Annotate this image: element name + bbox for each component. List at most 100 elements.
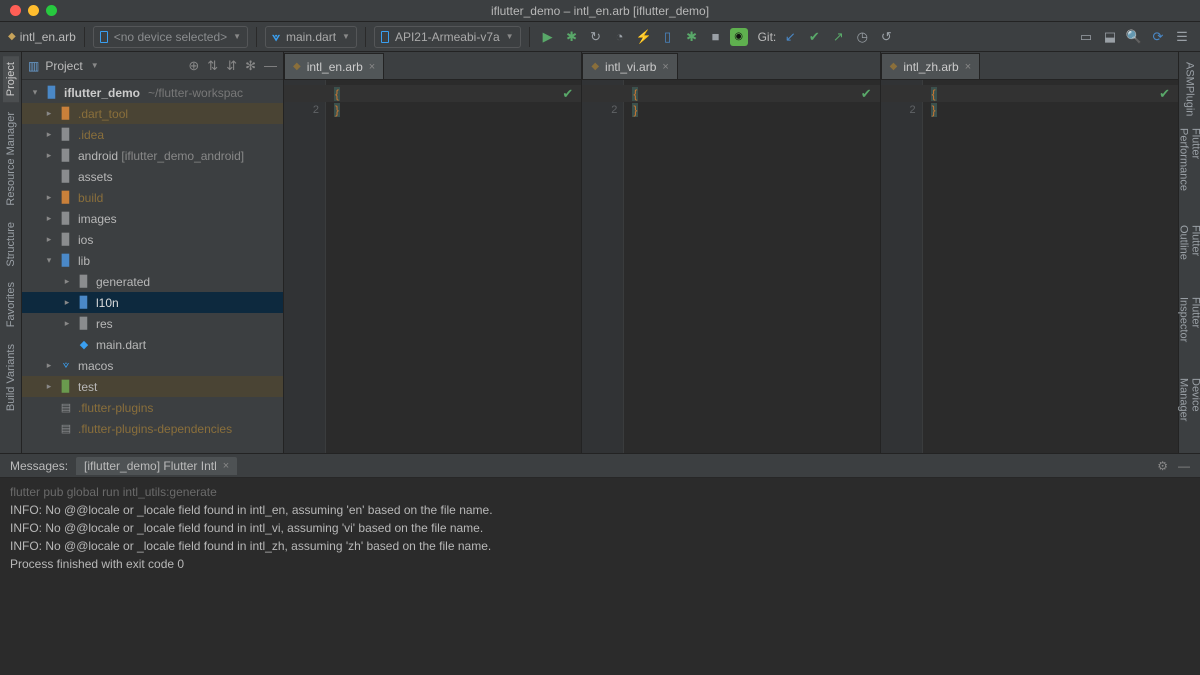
messages-output[interactable]: flutter pub global run intl_utils:genera… [0, 478, 1200, 675]
editor-body-1[interactable]: 12 { } ✔ [284, 80, 581, 453]
inspection-ok-icon[interactable]: ✔ [562, 86, 573, 102]
window-titlebar: iflutter_demo – intl_en.arb [iflutter_de… [0, 0, 1200, 22]
minimize-window-button[interactable] [28, 5, 39, 16]
search-everywhere-icon[interactable]: 🔍 [1124, 27, 1144, 47]
close-tab-icon[interactable]: × [965, 61, 971, 73]
sidebar-tab-flutter-inspector[interactable]: Flutter Inspector [1176, 291, 1200, 372]
attach-button[interactable]: ▯ [658, 27, 678, 47]
sidebar-tab-asmplugin[interactable]: ASMPlugin [1182, 56, 1198, 122]
editor-body-3[interactable]: 12 { } ✔ [881, 80, 1178, 453]
editor-body-2[interactable]: 12 { } ✔ [582, 80, 879, 453]
sidebar-tab-build-variants[interactable]: Build Variants [3, 338, 19, 417]
run-button[interactable]: ▶ [538, 27, 558, 47]
hot-reload-button[interactable]: ⚡ [634, 27, 654, 47]
tree-folder-macos[interactable]: ▸⟇macos [22, 355, 283, 376]
flutter-attach-button[interactable]: ✱ [682, 27, 702, 47]
sidebar-tab-resource-manager[interactable]: Resource Manager [3, 106, 19, 212]
tree-file-flutter-plugins[interactable]: ▤.flutter-plugins [22, 397, 283, 418]
sidebar-tab-device-manager[interactable]: Device Manager [1176, 372, 1200, 453]
tree-folder-build[interactable]: ▸▉build [22, 187, 283, 208]
emulator-selector[interactable]: API21-Armeabi-v7a ▼ [374, 26, 521, 48]
editor-tab-intl-en[interactable]: ◆intl_en.arb× [284, 53, 384, 79]
git-rollback-button[interactable]: ↺ [876, 27, 896, 47]
sidebar-tab-structure[interactable]: Structure [3, 216, 19, 273]
editor-column-1: ◆intl_en.arb× 12 { } ✔ [284, 52, 582, 453]
tree-folder-test[interactable]: ▸▉test [22, 376, 283, 397]
collapse-all-icon[interactable]: ⇵ [226, 58, 237, 74]
git-commit-button[interactable]: ✔ [804, 27, 824, 47]
tree-root[interactable]: ▾▉iflutter_demo~/flutter-workspac [22, 82, 283, 103]
stop-button[interactable]: ■ [706, 27, 726, 47]
file-icon: ▤ [58, 401, 74, 414]
editor-column-3: ◆intl_zh.arb× 12 { } ✔ [881, 52, 1178, 453]
tree-folder-generated[interactable]: ▸▉generated [22, 271, 283, 292]
code-area[interactable]: { } ✔ [326, 80, 581, 453]
close-window-button[interactable] [10, 5, 21, 16]
avd-manager-icon[interactable]: ◉ [730, 28, 748, 46]
chevron-down-icon: ▼ [506, 32, 514, 41]
git-update-button[interactable]: ↙ [780, 27, 800, 47]
hide-icon[interactable]: — [264, 58, 277, 74]
sidebar-tab-project[interactable]: Project [3, 56, 19, 102]
sdk-manager-icon[interactable]: ⬓ [1100, 27, 1120, 47]
breadcrumb[interactable]: ◆ intl_en.arb [8, 30, 76, 44]
file-icon: ◆ [8, 31, 16, 42]
git-push-button[interactable]: ↗ [828, 27, 848, 47]
folder-icon: ▉ [58, 107, 74, 120]
run-config-selector[interactable]: ⟇ main.dart ▼ [265, 26, 357, 48]
close-tab-icon[interactable]: × [223, 460, 229, 472]
tree-folder-res[interactable]: ▸▉res [22, 313, 283, 334]
close-tab-icon[interactable]: × [662, 61, 668, 73]
flutter-icon: ⟇ [272, 29, 280, 45]
device-selector[interactable]: <no device selected> ▼ [93, 26, 248, 48]
tree-folder-android[interactable]: ▸▉android [iflutter_demo_android] [22, 145, 283, 166]
device-mirror-icon[interactable]: ▭ [1076, 27, 1096, 47]
editor-tab-intl-vi[interactable]: ◆intl_vi.arb× [582, 53, 678, 79]
flutter-icon: ⟇ [58, 359, 74, 372]
sidebar-tab-flutter-outline[interactable]: Flutter Outline [1176, 219, 1200, 291]
folder-icon: ▉ [58, 170, 74, 183]
gutter: 12 [284, 80, 326, 453]
inspection-ok-icon[interactable]: ✔ [861, 86, 872, 102]
expand-all-icon[interactable]: ⇅ [207, 58, 218, 74]
folder-icon: ▉ [44, 86, 60, 99]
inspection-ok-icon[interactable]: ✔ [1159, 86, 1170, 102]
breadcrumb-file: intl_en.arb [20, 30, 76, 44]
tree-file-main-dart[interactable]: ◆main.dart [22, 334, 283, 355]
right-tool-strip: ASMPlugin Flutter Performance Flutter Ou… [1178, 52, 1200, 453]
project-header: ▥ Project ▼ ⊕ ⇅ ⇵ ✻ — [22, 52, 283, 80]
chevron-down-icon: ▼ [233, 32, 241, 41]
chevron-down-icon[interactable]: ▼ [91, 61, 99, 70]
select-opened-icon[interactable]: ⊕ [188, 58, 199, 74]
tree-folder-ios[interactable]: ▸▉ios [22, 229, 283, 250]
project-tree[interactable]: ▾▉iflutter_demo~/flutter-workspac ▸▉.dar… [22, 80, 283, 453]
tree-folder-lib[interactable]: ▾▉lib [22, 250, 283, 271]
folder-icon: ▉ [58, 128, 74, 141]
folder-icon: ▉ [58, 149, 74, 162]
git-history-button[interactable]: ◷ [852, 27, 872, 47]
editor-tab-intl-zh[interactable]: ◆intl_zh.arb× [881, 53, 981, 79]
hide-icon[interactable]: — [1178, 459, 1190, 473]
settings-icon[interactable]: ☰ [1172, 27, 1192, 47]
messages-tab[interactable]: [iflutter_demo] Flutter Intl× [76, 457, 237, 475]
tree-file-flutter-plugins-deps[interactable]: ▤.flutter-plugins-dependencies [22, 418, 283, 439]
project-view-title[interactable]: Project [45, 59, 82, 73]
folder-icon: ▉ [58, 254, 74, 267]
close-tab-icon[interactable]: × [369, 61, 375, 73]
settings-icon[interactable]: ⚙ [1157, 459, 1168, 473]
tree-folder-l10n[interactable]: ▸▉l10n [22, 292, 283, 313]
coverage-button[interactable]: ↻ [586, 27, 606, 47]
sync-button[interactable]: ⟳ [1148, 27, 1168, 47]
tree-folder-idea[interactable]: ▸▉.idea [22, 124, 283, 145]
settings-icon[interactable]: ✻ [245, 58, 256, 74]
profile-button[interactable]: ◔ [610, 27, 630, 47]
code-area[interactable]: { } ✔ [923, 80, 1178, 453]
tree-folder-assets[interactable]: ▉assets [22, 166, 283, 187]
tree-folder-dart-tool[interactable]: ▸▉.dart_tool [22, 103, 283, 124]
debug-button[interactable]: ✱ [562, 27, 582, 47]
sidebar-tab-favorites[interactable]: Favorites [3, 276, 19, 333]
code-area[interactable]: { } ✔ [624, 80, 879, 453]
tree-folder-images[interactable]: ▸▉images [22, 208, 283, 229]
sidebar-tab-flutter-performance[interactable]: Flutter Performance [1176, 122, 1200, 218]
zoom-window-button[interactable] [46, 5, 57, 16]
